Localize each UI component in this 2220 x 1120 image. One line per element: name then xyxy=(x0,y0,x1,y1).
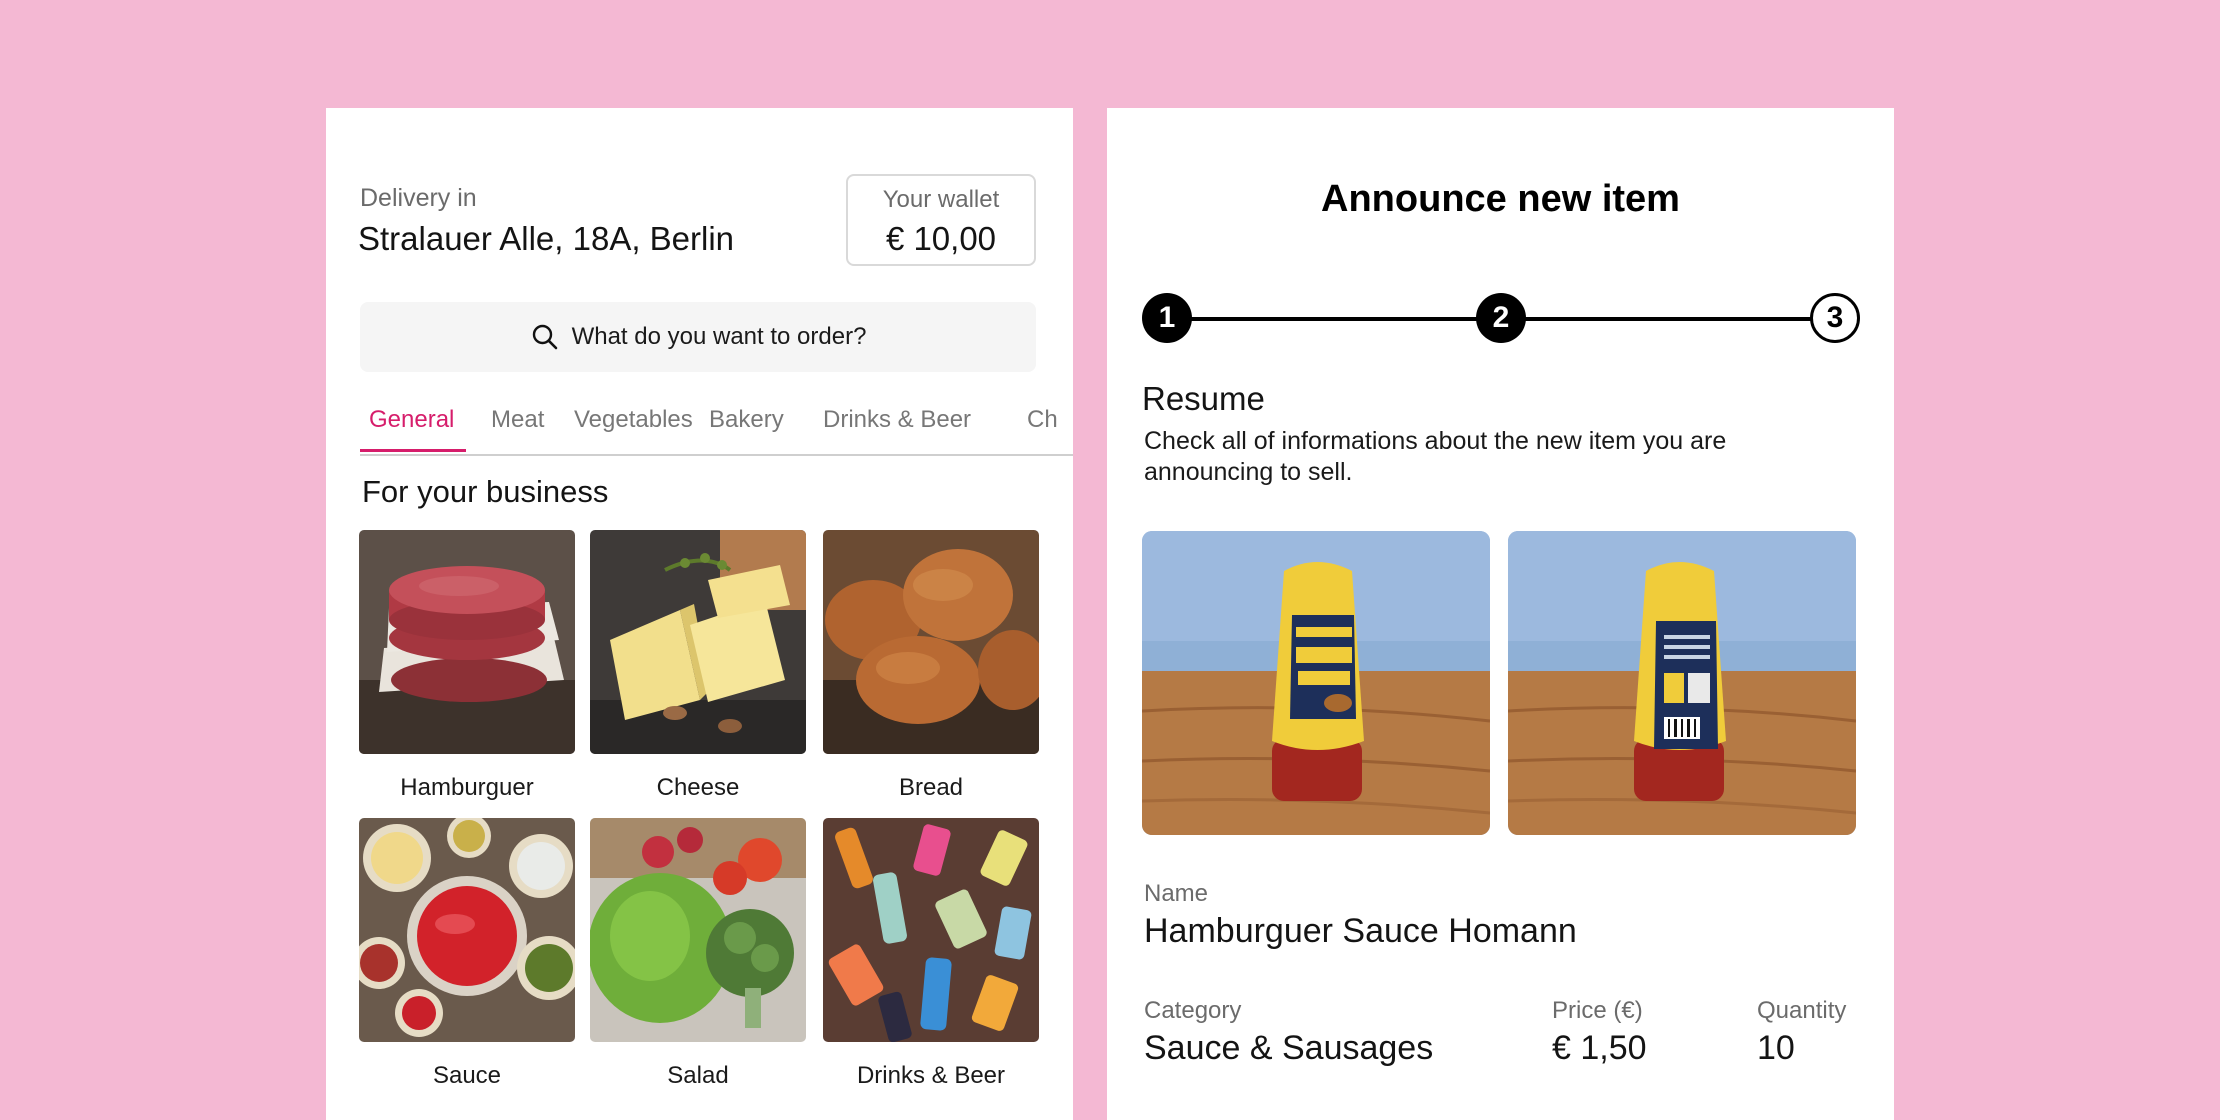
sauce-image xyxy=(359,818,575,1042)
product-tile-drinks-beer[interactable]: Drinks & Beer xyxy=(823,818,1039,1089)
quantity-label: Quantity xyxy=(1757,997,1847,1024)
drinks-beer-image xyxy=(823,818,1039,1042)
announce-item-card: Announce new item 1 2 3 Resume Check all… xyxy=(1107,108,1894,1120)
item-photo-front[interactable] xyxy=(1142,531,1490,835)
sauce-bottle-front-image xyxy=(1142,531,1490,835)
product-tile-hamburguer[interactable]: Hamburguer xyxy=(359,530,575,801)
search-placeholder: What do you want to order? xyxy=(571,323,867,350)
price-value: € 1,50 xyxy=(1552,1029,1647,1067)
cheese-image xyxy=(590,530,806,754)
resume-title: Resume xyxy=(1142,380,1265,417)
item-photo-back[interactable] xyxy=(1508,531,1856,835)
product-label: Hamburguer xyxy=(400,774,534,801)
delivery-shop-card: Delivery in Stralauer Alle, 18A, Berlin … xyxy=(326,108,1073,1120)
resume-description: Check all of informations about the new … xyxy=(1144,427,1727,486)
wallet-label: Your wallet xyxy=(882,186,1000,213)
category-value: Sauce & Sausages xyxy=(1144,1029,1434,1067)
product-label: Bread xyxy=(898,774,964,801)
category-tabs: General Meat Vegetables Bakery Drinks & … xyxy=(360,394,1073,456)
section-title: For your business xyxy=(362,474,609,509)
tab-cheese-truncated[interactable]: Ch xyxy=(1027,406,1058,434)
product-label: Drinks & Beer xyxy=(856,1062,1006,1089)
product-tile-bread[interactable]: Bread xyxy=(823,530,1039,801)
bread-image xyxy=(823,530,1039,754)
tab-drinks-beer[interactable]: Drinks & Beer xyxy=(823,406,971,434)
tab-meat[interactable]: Meat xyxy=(491,406,544,434)
hamburguer-image xyxy=(359,530,575,754)
product-label: Cheese xyxy=(656,774,740,801)
page-title: Announce new item xyxy=(1321,178,1680,220)
sauce-bottle-back-image xyxy=(1508,531,1856,835)
progress-stepper: 1 2 3 xyxy=(1142,288,1860,348)
search-icon xyxy=(532,324,557,350)
tab-general[interactable]: General xyxy=(369,406,454,434)
category-label: Category xyxy=(1144,997,1242,1024)
quantity-value: 10 xyxy=(1757,1029,1795,1067)
name-label: Name xyxy=(1144,880,1209,907)
name-value: Hamburguer Sauce Homann xyxy=(1144,912,1577,950)
delivery-label: Delivery in xyxy=(360,184,477,212)
price-label: Price (€) xyxy=(1552,997,1643,1024)
product-label: Salad xyxy=(667,1062,729,1089)
step-3[interactable]: 3 xyxy=(1810,293,1860,343)
tab-bakery[interactable]: Bakery xyxy=(709,406,784,434)
wallet-box[interactable]: Your wallet € 10,00 xyxy=(846,174,1036,266)
delivery-address[interactable]: Stralauer Alle, 18A, Berlin xyxy=(358,220,734,258)
step-2[interactable]: 2 xyxy=(1476,293,1526,343)
active-tab-indicator xyxy=(360,449,466,452)
search-input[interactable]: What do you want to order? xyxy=(360,302,1036,372)
salad-image xyxy=(590,818,806,1042)
wallet-balance: € 10,00 xyxy=(885,220,997,257)
step-connector xyxy=(1501,317,1835,321)
product-label: Sauce xyxy=(432,1062,502,1089)
tab-vegetables[interactable]: Vegetables xyxy=(574,406,693,434)
product-tile-sauce[interactable]: Sauce xyxy=(359,818,575,1089)
step-1[interactable]: 1 xyxy=(1142,293,1192,343)
product-tile-cheese[interactable]: Cheese xyxy=(590,530,806,801)
step-connector xyxy=(1167,317,1501,321)
product-tile-salad[interactable]: Salad xyxy=(590,818,806,1089)
